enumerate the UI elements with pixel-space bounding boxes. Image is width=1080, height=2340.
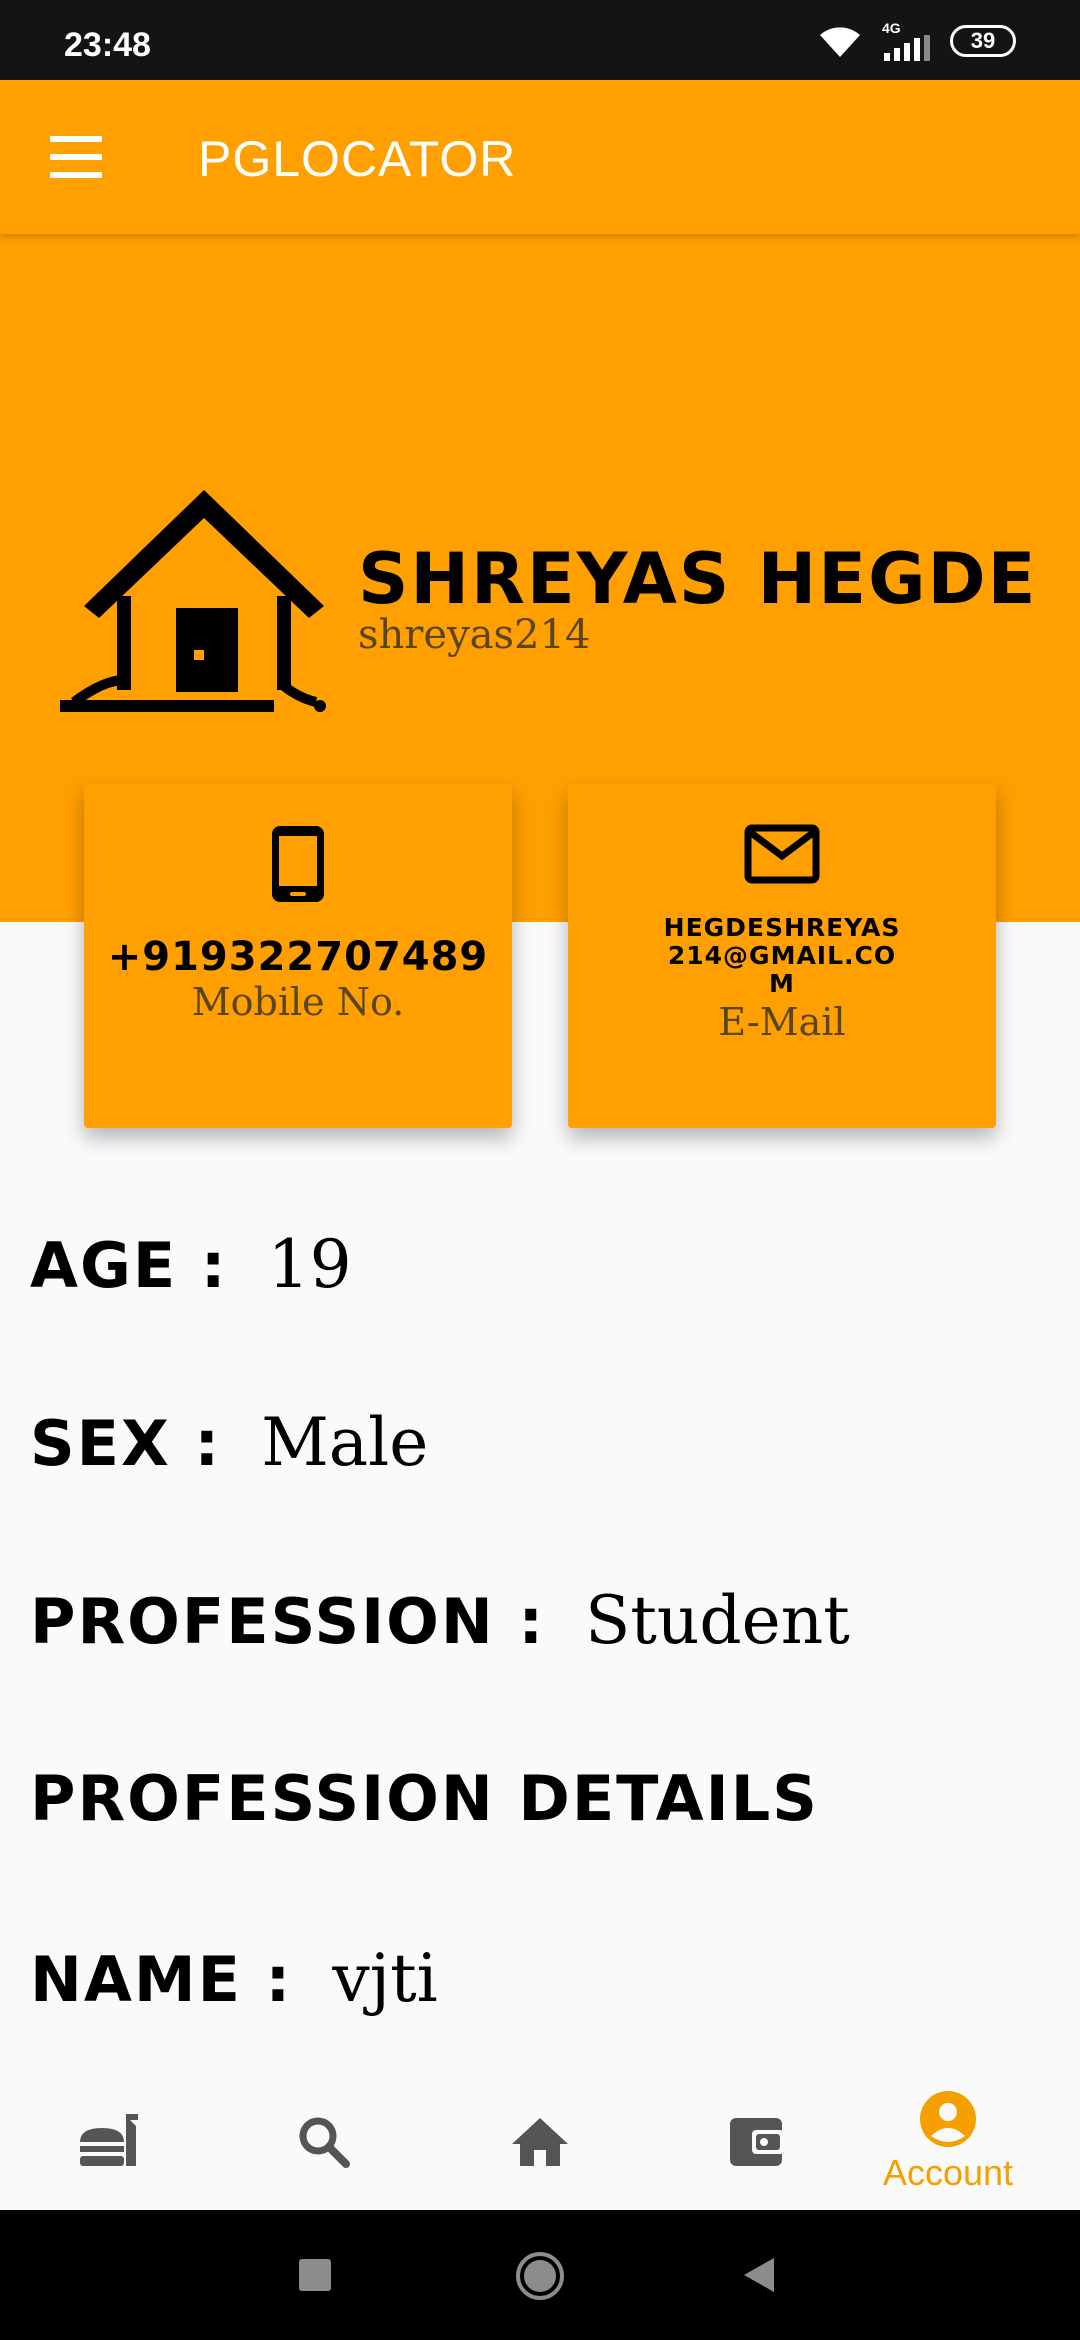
phone-icon bbox=[272, 826, 324, 902]
nav-item-food[interactable] bbox=[0, 2074, 216, 2210]
battery-level: 39 bbox=[970, 28, 996, 53]
mobile-number: +919322707489 bbox=[107, 934, 489, 980]
nav-item-search[interactable] bbox=[216, 2074, 432, 2210]
profile-username: shreyas214 bbox=[358, 612, 591, 658]
name-value: vjti bbox=[332, 1940, 438, 2017]
home-icon bbox=[512, 2118, 568, 2166]
nav-item-wallet[interactable] bbox=[648, 2074, 864, 2210]
house-logo-icon bbox=[60, 490, 326, 712]
back-icon[interactable] bbox=[742, 2256, 776, 2294]
mobile-label: Mobile No. bbox=[191, 980, 405, 1024]
app-title: PGLOCATOR bbox=[198, 131, 517, 187]
network-indicator: 4G bbox=[882, 21, 932, 61]
sex-value: Male bbox=[261, 1404, 429, 1481]
app-bar: PGLOCATOR bbox=[0, 80, 1080, 234]
email-address: HEGDESHREYAS214@GMAIL.COM bbox=[663, 913, 901, 998]
detail-row-profession: PROFESSION : Student bbox=[30, 1582, 850, 1659]
mobile-card[interactable]: +919322707489 Mobile No. bbox=[84, 784, 512, 1128]
search-icon bbox=[299, 2117, 350, 2168]
food-icon bbox=[80, 2114, 138, 2166]
detail-row-sex: SEX : Male bbox=[30, 1404, 428, 1481]
nav-label-account: Account bbox=[882, 2152, 1014, 2193]
age-label: AGE : bbox=[30, 1229, 228, 1302]
detail-row-age: AGE : 19 bbox=[30, 1226, 352, 1303]
network-type: 4G bbox=[882, 20, 901, 36]
account-icon bbox=[920, 2091, 976, 2147]
wallet-icon bbox=[730, 2118, 784, 2166]
email-label: E-Mail bbox=[718, 1000, 846, 1044]
name-label: NAME : bbox=[30, 1943, 293, 2016]
age-value: 19 bbox=[267, 1226, 352, 1303]
status-time: 23:48 bbox=[64, 26, 151, 64]
profession-label: PROFESSION : bbox=[30, 1585, 546, 1658]
profession-value: Student bbox=[585, 1582, 850, 1659]
nav-item-account[interactable]: Account bbox=[840, 2074, 1056, 2210]
sex-label: SEX : bbox=[30, 1407, 222, 1480]
mail-icon bbox=[744, 824, 820, 884]
status-bar: 23:48 4G 39 bbox=[0, 0, 1080, 80]
detail-row-profession-details: PROFESSION DETAILS bbox=[30, 1762, 819, 1835]
system-navigation-bar bbox=[0, 2210, 1080, 2340]
battery-icon: 39 bbox=[950, 25, 1016, 57]
signal-icon bbox=[884, 35, 930, 61]
bottom-navigation: Account bbox=[0, 2074, 1080, 2210]
profession-details-heading: PROFESSION DETAILS bbox=[30, 1762, 819, 1835]
profile-name: SHREYAS HEGDE bbox=[358, 538, 1038, 620]
hamburger-menu-icon[interactable] bbox=[50, 136, 104, 178]
nav-item-home[interactable] bbox=[432, 2074, 648, 2210]
email-card[interactable]: HEGDESHREYAS214@GMAIL.COM E-Mail bbox=[568, 784, 996, 1128]
detail-row-name: NAME : vjti bbox=[30, 1940, 438, 2017]
wifi-icon bbox=[820, 27, 860, 57]
system-home-icon[interactable] bbox=[514, 2250, 566, 2302]
status-icons: 4G 39 bbox=[816, 18, 1016, 64]
recents-icon[interactable] bbox=[298, 2258, 332, 2292]
